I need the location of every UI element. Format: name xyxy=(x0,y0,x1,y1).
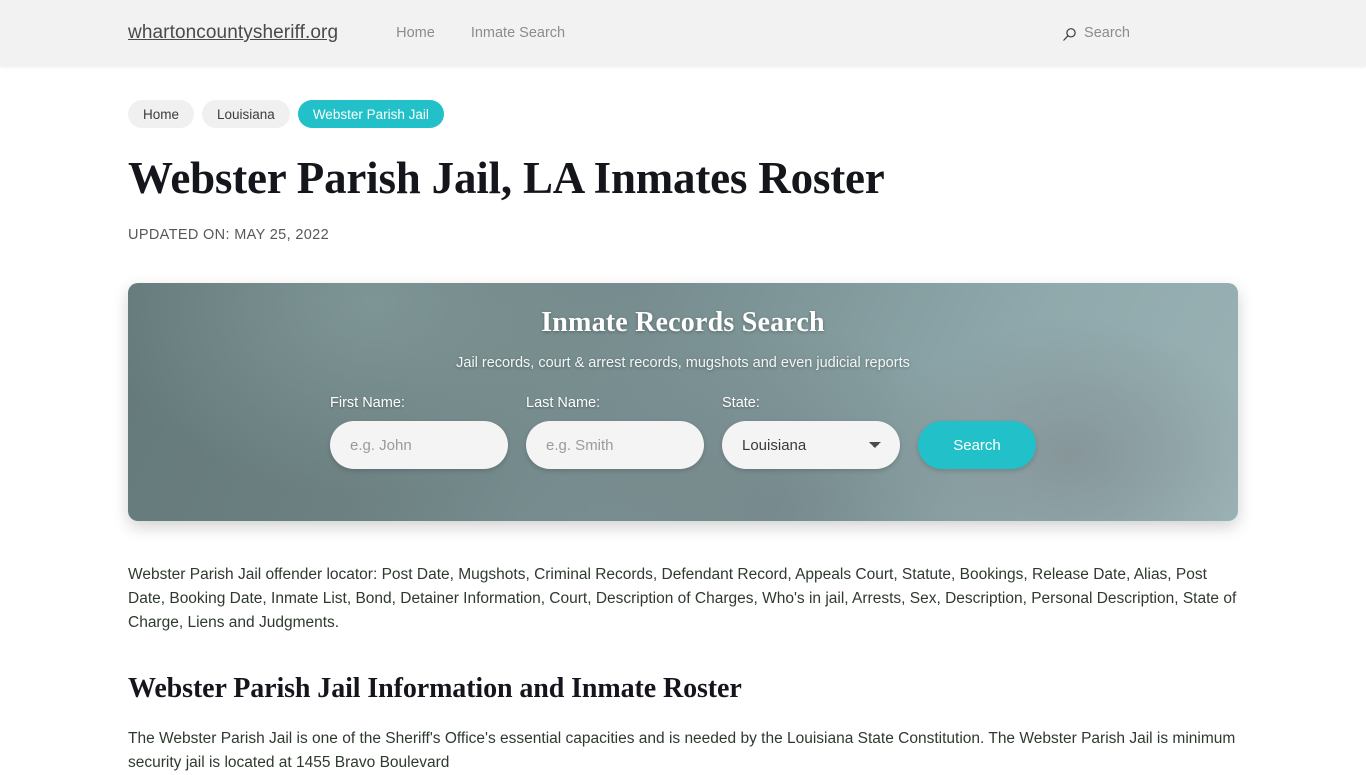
header-inner: whartoncountysheriff.org Home Inmate Sea… xyxy=(0,0,1366,66)
page-title: Webster Parish Jail, LA Inmates Roster xyxy=(128,153,885,203)
updated-on-label: UPDATED ON: MAY 25, 2022 xyxy=(128,227,329,244)
last-name-input[interactable] xyxy=(526,421,704,470)
breadcrumb-item-louisiana[interactable]: Louisiana xyxy=(202,100,290,128)
hero-subtitle: Jail records, court & arrest records, mu… xyxy=(456,355,910,372)
search-icon xyxy=(1063,27,1076,41)
first-name-input[interactable] xyxy=(330,421,508,470)
inmate-search-submit-button[interactable]: Search xyxy=(918,421,1036,470)
first-name-field-group: First Name: xyxy=(330,395,508,470)
breadcrumb: Home Louisiana Webster Parish Jail xyxy=(128,100,1238,128)
site-brand-link[interactable]: whartoncountysheriff.org xyxy=(128,22,338,44)
state-label: State: xyxy=(722,395,760,412)
first-name-label: First Name: xyxy=(330,395,405,412)
hero-inner: Inmate Records Search Jail records, cour… xyxy=(128,283,1238,521)
nav-item-inmate-search[interactable]: Inmate Search xyxy=(453,25,583,41)
last-name-field-group: Last Name: xyxy=(526,395,704,470)
state-field-group: State: Louisiana xyxy=(722,395,900,470)
inmate-search-form: First Name: Last Name: State: Louisiana … xyxy=(128,395,1238,470)
section-heading: Webster Parish Jail Information and Inma… xyxy=(128,673,742,705)
hero-title: Inmate Records Search xyxy=(541,307,825,339)
header-search-label: Search xyxy=(1084,25,1130,41)
breadcrumb-item-webster-parish-jail[interactable]: Webster Parish Jail xyxy=(297,100,444,128)
last-name-label: Last Name: xyxy=(526,395,601,412)
header-search-trigger[interactable]: Search xyxy=(1062,25,1130,41)
inmate-records-search-panel: Inmate Records Search Jail records, cour… xyxy=(128,283,1238,522)
main-navigation: Home Inmate Search xyxy=(378,25,583,41)
site-header: whartoncountysheriff.org Home Inmate Sea… xyxy=(0,0,1366,66)
state-select[interactable]: Louisiana xyxy=(722,421,900,470)
page-content: Home Louisiana Webster Parish Jail Webst… xyxy=(0,100,1366,775)
nav-item-home[interactable]: Home xyxy=(378,25,453,41)
breadcrumb-item-home[interactable]: Home xyxy=(128,100,195,128)
lead-paragraph: Webster Parish Jail offender locator: Po… xyxy=(128,566,1237,632)
